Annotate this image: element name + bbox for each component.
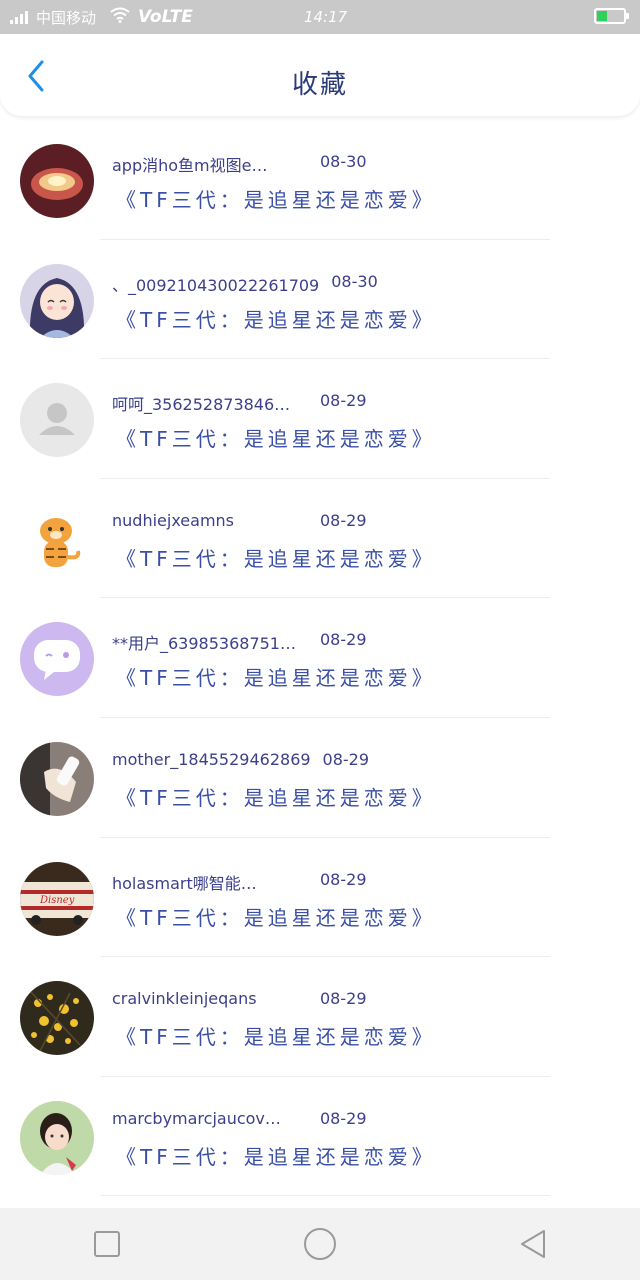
signal-icon bbox=[10, 10, 28, 24]
favorite-article-title[interactable]: 《TF三代：是追星还是恋爱》 bbox=[116, 304, 436, 333]
favorite-article-title[interactable]: 《TF三代：是追星还是恋爱》 bbox=[116, 662, 436, 691]
favorite-date: 08-29 bbox=[320, 989, 367, 1009]
hands-photo-avatar-icon[interactable] bbox=[20, 741, 94, 816]
favorite-article-title[interactable]: 《TF三代：是追星还是恋爱》 bbox=[116, 543, 436, 572]
favorite-date: 08-30 bbox=[331, 271, 378, 291]
favorite-item[interactable]: app消ho鱼m视图e… 08-30 《TF三代：是追星还是恋爱》 bbox=[0, 120, 640, 240]
favorite-username[interactable]: nudhiejxeamns bbox=[112, 511, 234, 530]
favorite-item[interactable]: **用户_63985368751… 08-29 《TF三代：是追星还是恋爱》 bbox=[0, 598, 640, 718]
favorite-date: 08-29 bbox=[320, 510, 367, 530]
triangle-back-icon bbox=[521, 1230, 546, 1258]
system-back-button[interactable] bbox=[513, 1224, 553, 1264]
favorite-meta: cralvinkleinjeqans 08-29 bbox=[112, 989, 432, 1011]
recent-apps-button[interactable] bbox=[87, 1224, 127, 1264]
favorite-item[interactable]: 呵呵_356252873846… 08-29 《TF三代：是追星还是恋爱》 bbox=[0, 359, 640, 479]
square-icon bbox=[93, 1231, 120, 1257]
favorite-username[interactable]: 、_009210430022261709 bbox=[112, 272, 319, 296]
favorite-username[interactable]: holasmart哪智能… bbox=[112, 870, 257, 894]
anime-girl-avatar-icon[interactable] bbox=[20, 263, 94, 338]
favorite-meta: 、_009210430022261709 08-30 bbox=[112, 271, 432, 296]
wifi-icon bbox=[110, 7, 130, 27]
favorite-username[interactable]: **用户_63985368751… bbox=[112, 630, 296, 654]
favorite-item[interactable]: mother_1845529462869 08-29 《TF三代：是追星还是恋爱》 bbox=[0, 718, 640, 838]
favorite-article-title[interactable]: 《TF三代：是追星还是恋爱》 bbox=[116, 902, 436, 931]
favorites-list: app消ho鱼m视图e… 08-30 《TF三代：是追星还是恋爱》 、_0092104… bbox=[0, 120, 640, 1197]
home-button[interactable] bbox=[300, 1224, 340, 1264]
favorite-item[interactable]: nudhiejxeamns 08-29 《TF三代：是追星还是恋爱》 bbox=[0, 479, 640, 599]
favorite-username[interactable]: app消ho鱼m视图e… bbox=[112, 152, 267, 176]
favorite-article-title[interactable]: 《TF三代：是追星还是恋爱》 bbox=[116, 1021, 436, 1050]
clock: 14:17 bbox=[304, 8, 348, 26]
chat-bubble-avatar-icon[interactable] bbox=[20, 622, 94, 697]
favorite-meta: nudhiejxeamns 08-29 bbox=[112, 511, 432, 533]
svg-text:Disney: Disney bbox=[39, 895, 75, 906]
favorite-date: 08-29 bbox=[320, 391, 367, 411]
battery-icon bbox=[594, 8, 629, 24]
favorite-article-title[interactable]: 《TF三代：是追星还是恋爱》 bbox=[116, 1141, 436, 1170]
favorite-date: 08-29 bbox=[320, 1108, 367, 1128]
yellow-flowers-avatar-icon[interactable] bbox=[20, 981, 94, 1056]
tiger-avatar-icon[interactable] bbox=[20, 502, 94, 577]
favorite-article-title[interactable]: 《TF三代：是追星还是恋爱》 bbox=[116, 423, 436, 452]
favorite-meta: holasmart哪智能… 08-29 bbox=[112, 869, 432, 894]
system-nav-bar bbox=[0, 1208, 640, 1280]
favorite-meta: mother_1845529462869 08-29 bbox=[112, 750, 432, 772]
favorite-item[interactable]: 、_009210430022261709 08-30 《TF三代：是追星还是恋爱》 bbox=[0, 240, 640, 360]
favorite-meta: marcbymarcjaucov… 08-29 bbox=[112, 1109, 432, 1131]
favorite-date: 08-29 bbox=[320, 869, 367, 889]
lips-avatar-icon[interactable] bbox=[20, 144, 94, 218]
favorite-username[interactable]: 呵呵_356252873846… bbox=[112, 391, 290, 415]
favorite-date: 08-29 bbox=[322, 749, 370, 769]
favorite-username[interactable]: mother_1845529462869 bbox=[112, 750, 311, 769]
favorite-article-title[interactable]: 《TF三代：是追星还是恋爱》 bbox=[116, 782, 436, 811]
favorite-date: 08-29 bbox=[320, 630, 367, 650]
favorite-username[interactable]: cralvinkleinjeqans bbox=[112, 989, 257, 1008]
favorite-username[interactable]: marcbymarcjaucov… bbox=[112, 1109, 281, 1128]
page-title: 收藏 bbox=[291, 70, 348, 100]
volte-label: VoLTE bbox=[138, 7, 193, 27]
disney-bus-avatar-icon[interactable]: Disney bbox=[20, 861, 94, 936]
status-bar: 中国移动 VoLTE 14:17 bbox=[0, 0, 640, 34]
favorite-item[interactable]: Disney holasmart哪智能… 08-29 《TF三代：是追星还是恋爱》 bbox=[0, 838, 640, 958]
app-header: 收藏 bbox=[0, 34, 640, 116]
favorite-meta: **用户_63985368751… 08-29 bbox=[112, 630, 432, 654]
row-divider bbox=[100, 1195, 550, 1197]
favorite-meta: 呵呵_356252873846… 08-29 bbox=[112, 391, 432, 415]
favorite-item[interactable]: cralvinkleinjeqans 08-29 《TF三代：是追星还是恋爱》 bbox=[0, 957, 640, 1077]
default-user-avatar-icon[interactable] bbox=[20, 383, 94, 458]
circle-icon bbox=[303, 1228, 336, 1260]
favorite-article-title[interactable]: 《TF三代：是追星还是恋爱》 bbox=[116, 184, 436, 213]
carrier-label: 中国移动 bbox=[36, 8, 97, 27]
favorite-item[interactable]: marcbymarcjaucov… 08-29 《TF三代：是追星还是恋爱》 bbox=[0, 1077, 640, 1197]
child-photo-avatar-icon[interactable] bbox=[20, 1100, 94, 1175]
favorite-date: 08-30 bbox=[320, 152, 367, 171]
favorite-meta: app消ho鱼m视图e… 08-30 bbox=[112, 152, 432, 176]
